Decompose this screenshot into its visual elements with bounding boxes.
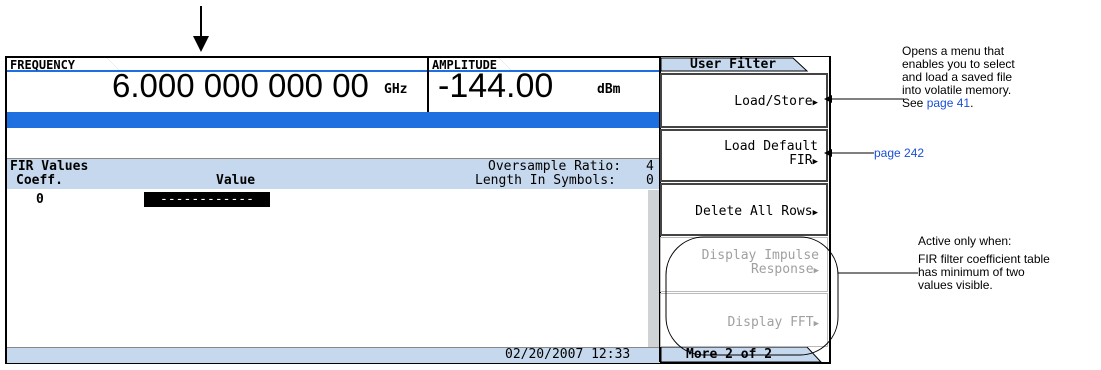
- oversample-ratio-value: 4: [646, 159, 654, 174]
- oversample-ratio-label: Oversample Ratio:: [488, 159, 622, 174]
- callout-line: [824, 95, 904, 103]
- length-in-symbols-label: Length In Symbols:: [475, 173, 616, 188]
- submenu-arrow-icon: ▶: [812, 157, 818, 167]
- highlight-oval: [665, 236, 839, 356]
- load-default-fir-softkey[interactable]: Load Default FIR▶: [660, 129, 828, 182]
- coeff-index: 0: [36, 192, 44, 207]
- frequency-unit: GHz: [384, 82, 408, 97]
- load-store-softkey[interactable]: Load/Store▶: [660, 73, 828, 128]
- message-area: [7, 128, 660, 159]
- load-store-label: Load/Store: [734, 94, 813, 109]
- active-annotation: Active only when: FIR filter coefficient…: [918, 234, 1050, 292]
- date-time: 02/20/2007 12:33: [505, 347, 631, 362]
- load-default-label-1: Load Default: [724, 139, 818, 154]
- submenu-arrow-icon: ▶: [812, 98, 818, 108]
- down-arrow-icon: [193, 6, 209, 52]
- frequency-label: FREQUENCY: [10, 58, 76, 72]
- amplitude-unit: dBm: [597, 82, 621, 97]
- submenu-arrow-icon: ▶: [812, 208, 818, 218]
- load-store-annotation: Opens a menu that enables you to select …: [902, 44, 1015, 110]
- column-coeff: Coeff.: [16, 173, 63, 188]
- status-strip: [7, 112, 660, 128]
- frequency-value[interactable]: 6.000 000 000 00: [112, 66, 369, 106]
- menu-title: User Filter: [690, 57, 777, 72]
- column-value: Value: [216, 173, 256, 188]
- page-242-link[interactable]: page 242: [874, 147, 924, 160]
- callout-line: [838, 272, 918, 274]
- coeff-value-cell[interactable]: ------------: [144, 192, 270, 207]
- page-41-link[interactable]: page 41: [927, 96, 970, 110]
- load-default-label-2: FIR: [789, 153, 813, 168]
- length-in-symbols-value: 0: [646, 173, 654, 188]
- delete-all-rows-softkey[interactable]: Delete All Rows▶: [660, 183, 828, 236]
- delete-all-rows-label: Delete All Rows: [695, 204, 813, 219]
- amplitude-value[interactable]: -144.00: [438, 66, 553, 106]
- callout-line: [824, 149, 874, 157]
- table-title: FIR Values: [10, 159, 89, 174]
